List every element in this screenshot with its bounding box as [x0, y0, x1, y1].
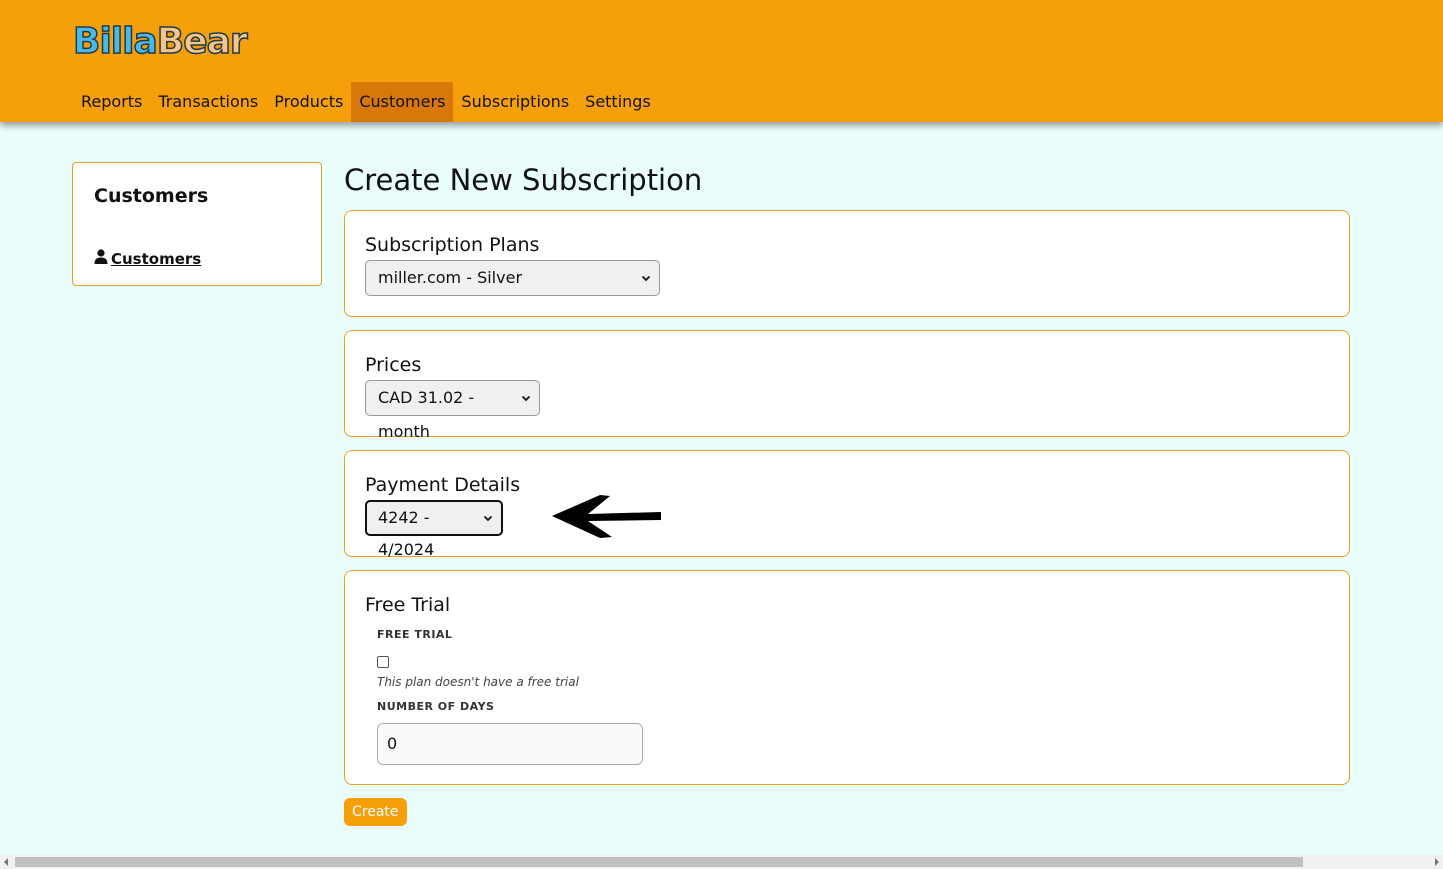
scroll-right-icon[interactable] [1435, 858, 1439, 866]
nav-item-products[interactable]: Products [266, 82, 351, 122]
arrow-left-icon [552, 495, 661, 538]
top-header: BillaBear Reports Transactions Products … [0, 0, 1443, 122]
subscription-plan-select[interactable]: miller.com - Silver [365, 260, 660, 296]
nav-item-customers[interactable]: Customers [351, 82, 454, 122]
subscription-plans-heading: Subscription Plans [365, 234, 540, 256]
sidebar-panel: Customers Customers [72, 162, 322, 286]
logo-text-billa: Billa [72, 20, 158, 63]
nav-item-transactions[interactable]: Transactions [150, 82, 266, 122]
logo-text-bear: Bear [156, 20, 248, 63]
nav-item-reports[interactable]: Reports [73, 82, 150, 122]
scroll-left-icon[interactable] [4, 858, 8, 866]
payment-details-heading: Payment Details [365, 474, 521, 496]
sidebar-title: Customers [94, 185, 209, 207]
prices-card: Prices CAD 31.02 - month [344, 330, 1350, 441]
create-button[interactable]: Create [344, 798, 407, 826]
free-trial-label: FREE TRIAL [377, 628, 453, 641]
nav-item-settings[interactable]: Settings [577, 82, 659, 122]
payment-method-select[interactable]: 4242 - 4/2024 [365, 500, 503, 559]
prices-heading: Prices [365, 354, 422, 376]
price-value: CAD 31.02 - month [378, 388, 475, 441]
sidebar-item-label: Customers [111, 249, 202, 268]
payment-method-value: 4242 - 4/2024 [378, 508, 435, 559]
horizontal-scrollbar[interactable] [0, 855, 1443, 869]
free-trial-card: Free Trial FREE TRIAL This plan doesn't … [344, 570, 1350, 785]
scrollbar-thumb[interactable] [15, 857, 1303, 867]
free-trial-help-text: This plan doesn't have a free trial [377, 675, 579, 689]
chevron-down-icon [483, 515, 493, 522]
main-nav: Reports Transactions Products Customers … [73, 82, 659, 122]
chevron-down-icon [641, 275, 651, 282]
page-title: Create New Subscription [344, 163, 703, 197]
chevron-down-icon [521, 395, 531, 402]
sidebar-item-customers[interactable]: Customers [94, 249, 201, 268]
number-of-days-input[interactable]: 0 [377, 723, 643, 765]
subscription-plan-value: miller.com - Silver [378, 268, 523, 287]
price-select[interactable]: CAD 31.02 - month [365, 380, 540, 441]
number-of-days-label: NUMBER OF DAYS [377, 700, 495, 713]
free-trial-checkbox[interactable] [377, 656, 389, 668]
nav-item-subscriptions[interactable]: Subscriptions [453, 82, 577, 122]
brand-logo[interactable]: BillaBear [72, 20, 248, 64]
free-trial-heading: Free Trial [365, 594, 451, 616]
subscription-plans-card: Subscription Plans miller.com - Silver [344, 210, 1350, 317]
user-icon [94, 249, 111, 268]
payment-details-card: Payment Details 4242 - 4/2024 [344, 450, 1350, 559]
